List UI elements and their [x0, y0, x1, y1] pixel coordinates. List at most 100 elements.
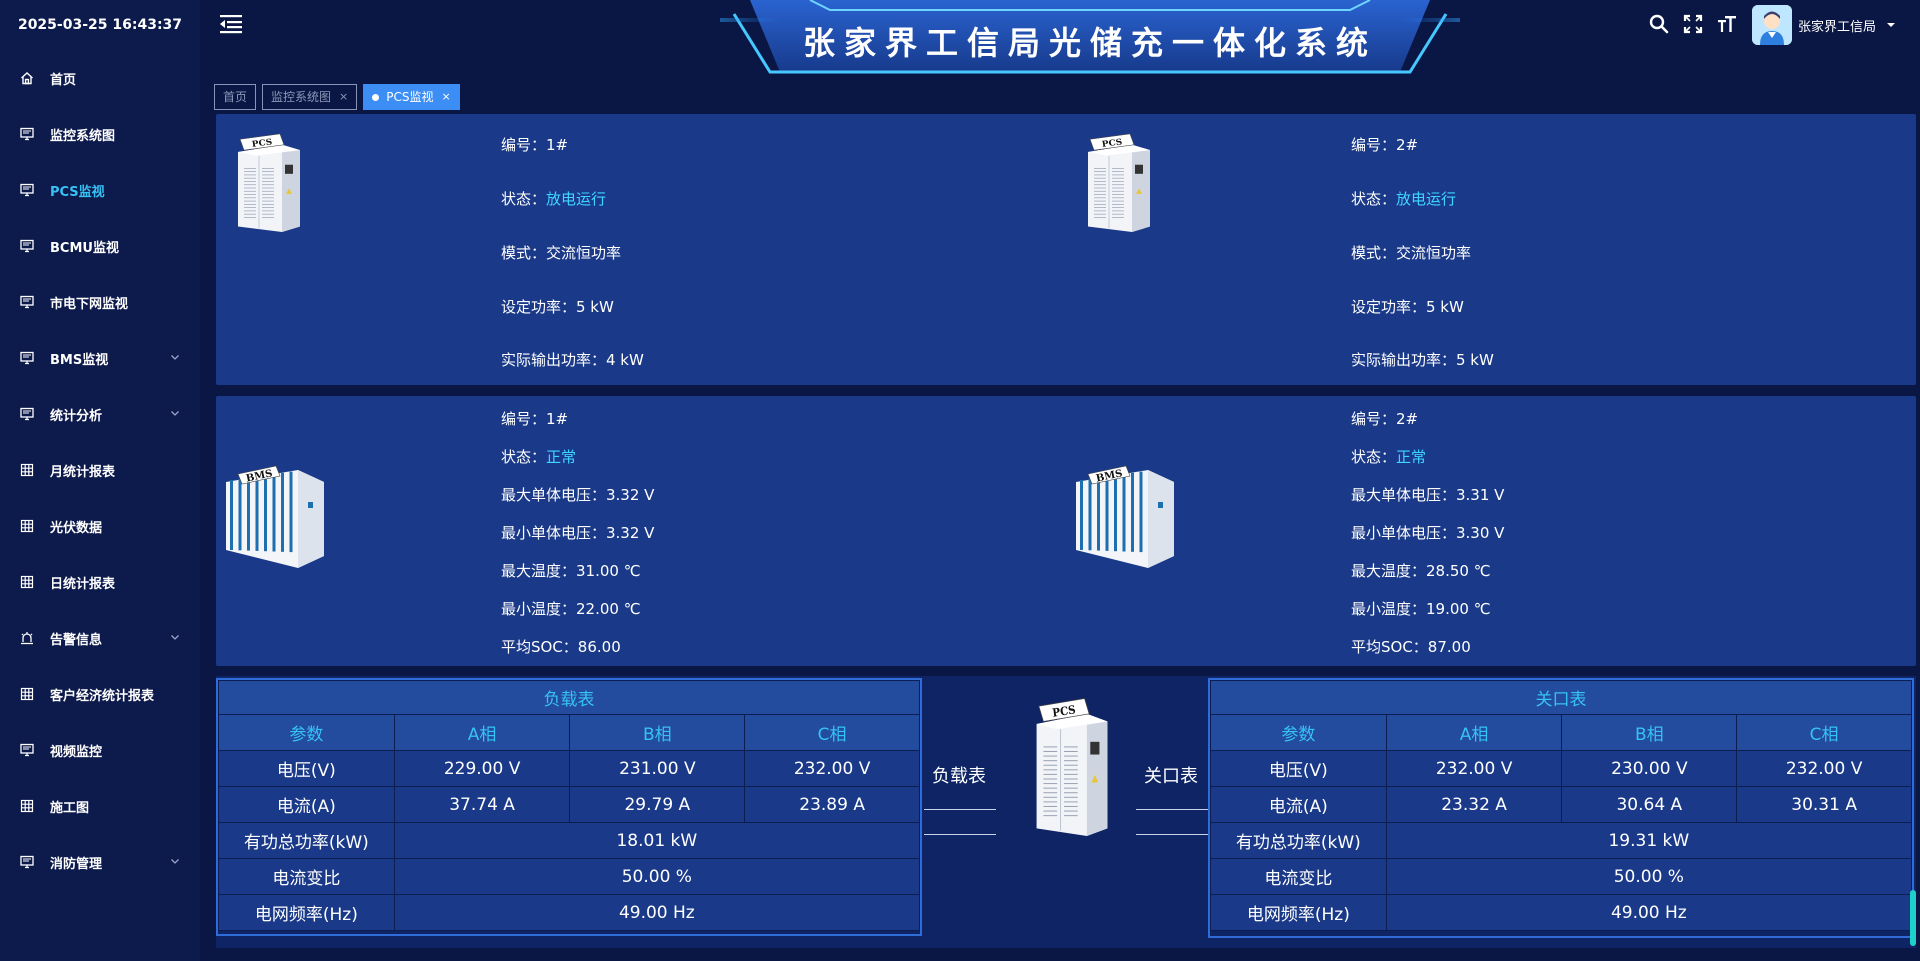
bms-status: 状态：正常	[1351, 446, 1426, 467]
scrollbar[interactable]	[1910, 890, 1916, 946]
pcs-status: 状态：放电运行	[501, 188, 606, 209]
close-icon[interactable]: ×	[339, 85, 348, 109]
pcs-actual-power: 实际输出功率：4 kW	[501, 351, 644, 369]
pcs-status-value: 放电运行	[1396, 190, 1457, 208]
table-cell: 37.74 A	[393, 786, 571, 823]
table-cell: 19.31 kW	[1385, 822, 1913, 859]
sidebar-item-label: 施工图	[50, 800, 90, 816]
grid-icon	[20, 519, 34, 533]
column-header: 参数	[1210, 714, 1387, 751]
sidebar-item[interactable]: 光伏数据	[0, 498, 200, 554]
sidebar-item[interactable]: 统计分析	[0, 386, 200, 442]
bms-status-value: 正常	[1396, 448, 1427, 466]
grid-icon	[20, 687, 34, 701]
bms-max-temp: 最大温度：28.50 ℃	[1351, 562, 1491, 580]
datetime: 2025-03-25 16:43:37	[17, 17, 183, 33]
table-row: 电网频率(Hz) 49.00 Hz	[1210, 894, 1913, 931]
pcs-panel: PCS 编号：1# 状态：放电运行 模式：交流恒功率 设定功率：5 kW 实际输…	[216, 114, 1916, 385]
table-row: 电流变比 50.00 %	[1210, 858, 1913, 895]
monitor-icon	[20, 183, 34, 197]
sidebar-item-label: 日统计报表	[50, 576, 116, 592]
active-dot-icon	[372, 93, 380, 101]
table-row: 电压(V) 229.00 V 231.00 V 232.00 V	[218, 750, 920, 787]
table-cell: 30.64 A	[1561, 786, 1738, 823]
monitor-icon	[20, 743, 34, 757]
sidebar-item-label: PCS监视	[50, 184, 105, 200]
sidebar-item[interactable]: 首页	[0, 50, 200, 106]
grid-icon	[20, 575, 34, 589]
table-row: 有功总功率(kW) 19.31 kW	[1210, 822, 1913, 859]
table-cell: 电网频率(Hz)	[1210, 894, 1387, 931]
table-cell: 230.00 V	[1561, 750, 1738, 787]
font-size-icon[interactable]	[1716, 13, 1738, 35]
table-row: 电网频率(Hz) 49.00 Hz	[218, 894, 921, 931]
fullscreen-icon[interactable]	[1682, 13, 1704, 35]
home-icon	[20, 71, 34, 85]
pcs-status-label: 状态：	[501, 190, 547, 208]
sidebar-item-label: 视频监控	[50, 744, 103, 760]
chevron-down-icon	[171, 355, 179, 360]
sidebar-item[interactable]: 市电下网监视	[0, 274, 200, 330]
bms-avg-soc: 平均SOC：87.00	[1351, 638, 1471, 656]
monitor-icon	[20, 295, 34, 309]
table-cell: 30.31 A	[1736, 786, 1912, 823]
bms-rack-image: BMS	[1074, 452, 1178, 572]
sidebar-item[interactable]: 消防管理	[0, 834, 200, 890]
tab-home[interactable]: 首页	[214, 84, 257, 110]
page-title: 张家界工信局光储充一体化系统	[802, 24, 1377, 62]
table-cell: 电网频率(Hz)	[218, 894, 395, 931]
table-cell: 有功总功率(kW)	[218, 822, 395, 859]
bms-status-value: 正常	[546, 448, 577, 466]
sidebar-item[interactable]: 日统计报表	[0, 554, 200, 610]
pcs-cabinet-image: PCS	[234, 132, 304, 232]
sidebar-item[interactable]: 监控系统图	[0, 106, 200, 162]
sidebar-item[interactable]: BCMU监视	[0, 218, 200, 274]
tab-bar: 首页 监控系统图 × PCS监视 ×	[214, 84, 460, 110]
table-caption: 负载表	[218, 680, 920, 715]
close-icon[interactable]: ×	[441, 85, 450, 109]
table-row: 电流(A) 37.74 A 29.79 A 23.89 A	[218, 786, 920, 823]
table-cell: 50.00 %	[1385, 858, 1913, 895]
sidebar: 2025-03-25 16:43:37 首页 监控系统图 PCS监视 BCMU监视市电…	[0, 0, 200, 961]
monitor-icon	[20, 407, 34, 421]
table-cell: 有功总功率(kW)	[1210, 822, 1387, 859]
bms-min-temp: 最小温度：22.00 ℃	[501, 600, 641, 618]
table-cell: 电压(V)	[218, 750, 395, 787]
sidebar-item-label: BMS监视	[50, 352, 109, 368]
menu-toggle-icon[interactable]	[218, 12, 244, 36]
pcs-mode: 模式：交流恒功率	[1351, 244, 1472, 262]
header: 张家界工信局光储充一体化系统 张家界工信局	[200, 0, 1920, 76]
bms-panel: BMS 编号：1# 状态：正常 最大单体电压：3.32 V 最小单体电压：3.3…	[216, 396, 1916, 666]
table-row: 有功总功率(kW) 18.01 kW	[218, 822, 921, 859]
bms-status-label: 状态：	[1351, 448, 1397, 466]
sidebar-item[interactable]: 告警信息	[0, 610, 200, 666]
tab-monitor-system[interactable]: 监控系统图 ×	[262, 84, 358, 110]
search-icon[interactable]	[1648, 13, 1670, 35]
gate-meter-label: 关口表	[1144, 766, 1198, 787]
chevron-down-icon	[171, 635, 179, 640]
connector-line	[924, 834, 996, 835]
table-cell: 232.00 V	[744, 750, 920, 787]
sidebar-item[interactable]: 施工图	[0, 778, 200, 834]
sidebar-item-label: BCMU监视	[50, 240, 119, 256]
sidebar-item[interactable]: PCS监视	[0, 162, 200, 218]
user-menu[interactable]: 张家界工信局	[1752, 4, 1896, 46]
sidebar-item-label: 客户经济统计报表	[50, 688, 155, 704]
table-cell: 18.01 kW	[393, 822, 921, 859]
column-header: C相	[744, 714, 920, 751]
sidebar-item[interactable]: BMS监视	[0, 330, 200, 386]
column-header: B相	[1561, 714, 1738, 751]
bms-id: 编号：1#	[501, 410, 569, 428]
sidebar-item[interactable]: 月统计报表	[0, 442, 200, 498]
tab-pcs-monitor[interactable]: PCS监视 ×	[363, 84, 460, 110]
tab-label: 监控系统图	[271, 90, 332, 104]
table-cell: 232.00 V	[1736, 750, 1912, 787]
bms-max-voltage: 最大单体电压：3.32 V	[501, 486, 655, 504]
pcs-mode: 模式：交流恒功率	[501, 244, 622, 262]
monitor-icon	[20, 127, 34, 141]
sidebar-item[interactable]: 客户经济统计报表	[0, 666, 200, 722]
sidebar-item[interactable]: 视频监控	[0, 722, 200, 778]
bms-max-voltage: 最大单体电压：3.31 V	[1351, 486, 1505, 504]
table-cell: 23.89 A	[744, 786, 920, 823]
table-cell: 49.00 Hz	[393, 894, 921, 931]
